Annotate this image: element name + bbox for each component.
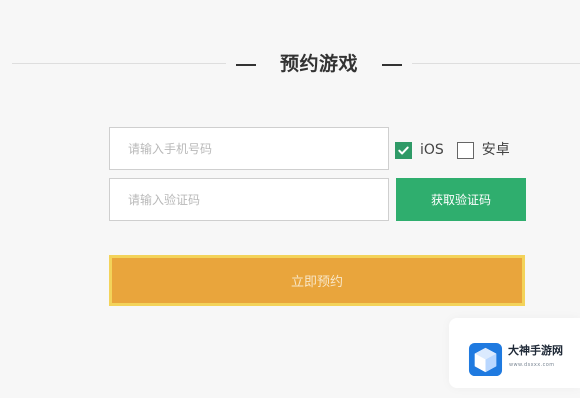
platform-selector: iOS 安卓	[395, 137, 510, 163]
verification-code-input[interactable]	[109, 178, 389, 221]
section-title: 预约游戏	[279, 53, 358, 75]
reserve-now-button[interactable]: 立即预约	[109, 255, 525, 306]
ios-label: iOS	[420, 142, 444, 158]
android-label: 安卓	[481, 142, 510, 158]
watermark-site-name: 大神手游网	[508, 344, 563, 357]
android-checkbox[interactable]	[456, 141, 474, 159]
android-option[interactable]: 安卓	[456, 140, 510, 160]
title-right-dash	[382, 64, 402, 66]
site-watermark: 大神手游网 www.dsxxx.com	[449, 318, 580, 388]
title-left-dash	[236, 64, 256, 66]
phone-input[interactable]	[109, 127, 389, 170]
check-icon	[398, 146, 409, 154]
get-verification-code-button[interactable]: 获取验证码	[396, 178, 526, 221]
watermark-url: www.dsxxx.com	[509, 362, 555, 368]
ios-option[interactable]: iOS	[395, 140, 444, 160]
cube-logo-icon	[468, 342, 503, 377]
ios-checkbox[interactable]	[395, 141, 412, 159]
